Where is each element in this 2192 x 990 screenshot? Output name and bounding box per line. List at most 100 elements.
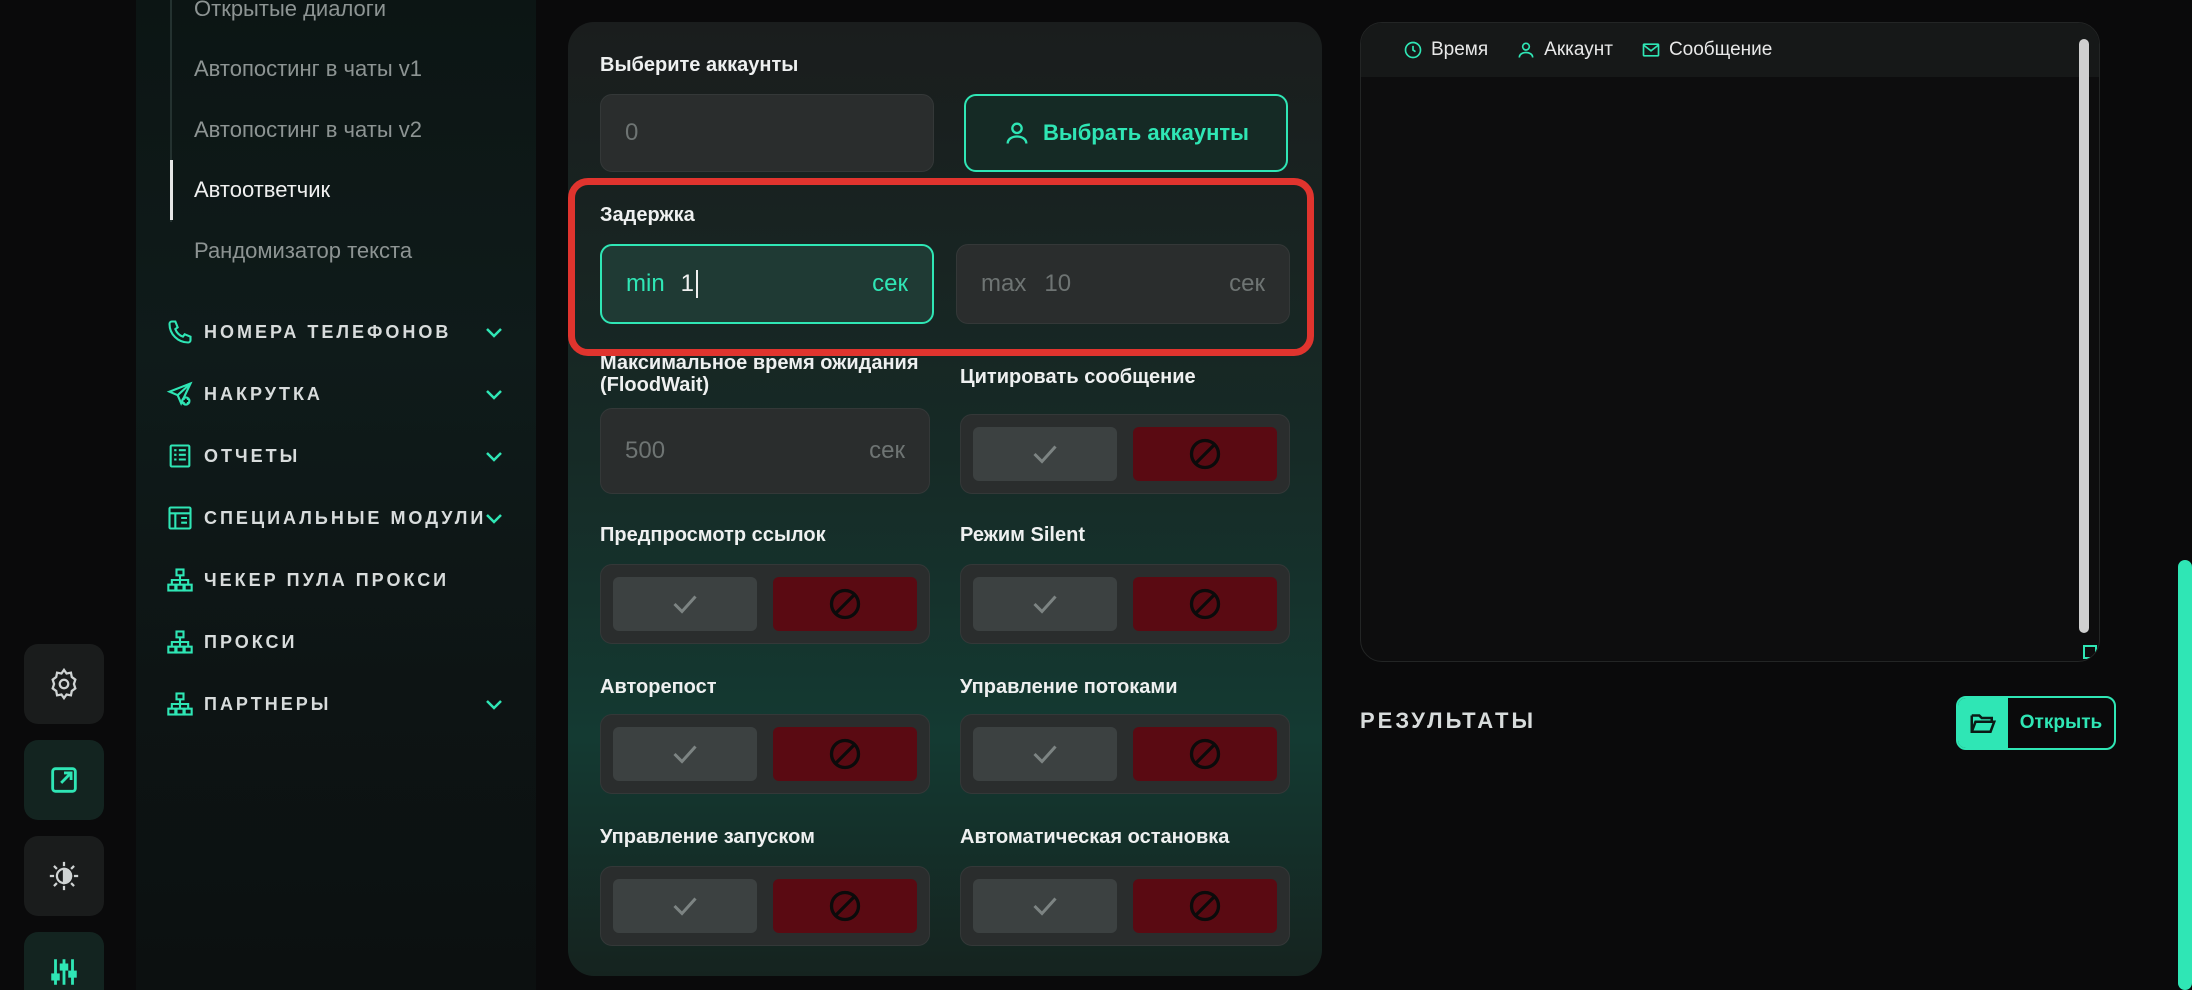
toggle-off-button[interactable] (1133, 879, 1277, 933)
accounts-label: Выберите аккаунты (600, 54, 799, 76)
send-plus-icon (166, 381, 193, 406)
sidebar-subitem-autoresponder[interactable]: Автоответчик (194, 177, 330, 203)
toggle-on-button[interactable] (973, 577, 1117, 631)
toggle-on-button[interactable] (973, 727, 1117, 781)
toggle-off-button[interactable] (1133, 427, 1277, 481)
nav-label: НАКРУТКА (204, 383, 323, 404)
silent-mode-label: Режим Silent (960, 524, 1085, 546)
block-icon (1189, 738, 1221, 770)
network-icon (167, 568, 193, 592)
log-column-label: Аккаунт (1544, 39, 1613, 60)
open-results-label: Открыть (2019, 712, 2103, 733)
external-link-icon (51, 767, 77, 793)
log-header: Время Аккаунт Сообщение (1361, 23, 2099, 77)
submenu-active-indicator (170, 160, 173, 220)
link-preview-toggle (600, 564, 930, 644)
nav-boosting[interactable]: НАКРУТКА (166, 376, 506, 412)
sidebar-subitem-text-randomizer[interactable]: Рандомизатор текста (194, 238, 412, 264)
accounts-count-field[interactable]: 0 (600, 94, 934, 172)
folder-icon-wrap (1958, 698, 2008, 748)
settings-card: Выберите аккаунты 0 Выбрать аккаунты Зад… (568, 22, 1322, 976)
log-scrollbar[interactable] (2079, 39, 2089, 633)
results-title: РЕЗУЛЬТАТЫ (1360, 708, 1536, 733)
floodwait-input[interactable]: 500 сек (600, 408, 930, 494)
nav-proxy[interactable]: ПРОКСИ (166, 624, 506, 660)
user-icon (1518, 42, 1534, 58)
nav-label: СПЕЦИАЛЬНЫЕ МОДУЛИ (204, 507, 487, 528)
block-icon (1189, 890, 1221, 922)
block-icon (829, 738, 861, 770)
floodwait-unit: сек (869, 437, 905, 464)
open-results-button[interactable]: Открыть (1956, 696, 2116, 750)
toggle-on-button[interactable] (613, 879, 757, 933)
sidebar-subitem-autoposting-v2[interactable]: Автопостинг в чаты v2 (194, 117, 422, 143)
autorepost-toggle (600, 714, 930, 794)
toggle-on-button[interactable] (613, 577, 757, 631)
resize-handle[interactable] (2083, 645, 2097, 659)
select-accounts-button[interactable]: Выбрать аккаунты (964, 94, 1288, 172)
silent-mode-toggle (960, 564, 1290, 644)
nav-special-modules[interactable]: СПЕЦИАЛЬНЫЕ МОДУЛИ (166, 500, 506, 536)
theme-toggle-button[interactable] (24, 836, 104, 916)
log-column-label: Время (1431, 39, 1489, 60)
sidebar-subitem-autoposting-v1[interactable]: Автопостинг в чаты v1 (194, 56, 422, 82)
toggle-on-button[interactable] (613, 727, 757, 781)
folder-open-icon (1970, 714, 1997, 733)
toggle-on-button[interactable] (973, 427, 1117, 481)
page-scrollbar[interactable] (2178, 560, 2192, 990)
autorepost-label: Авторепост (600, 676, 717, 698)
log-column-message[interactable]: Сообщение (1641, 39, 1772, 61)
launch-management-toggle (600, 866, 930, 946)
nav-phone-numbers[interactable]: НОМЕРА ТЕЛЕФОНОВ (166, 314, 506, 350)
check-icon (673, 897, 697, 916)
log-column-label: Сообщение (1668, 39, 1773, 60)
toggle-off-button[interactable] (1133, 727, 1277, 781)
chevron-down-icon (486, 390, 502, 400)
log-column-account[interactable]: Аккаунт (1516, 39, 1613, 61)
nav-label: ПАРТНЕРЫ (204, 693, 332, 714)
network-icon (167, 692, 193, 716)
nav-label: ЧЕКЕР ПУЛА ПРОКСИ (204, 569, 450, 590)
auto-stop-toggle (960, 866, 1290, 946)
clock-icon (1404, 41, 1422, 59)
block-icon (1189, 438, 1221, 470)
log-column-time[interactable]: Время (1403, 39, 1488, 61)
chevron-down-icon (486, 514, 502, 524)
report-icon (169, 444, 191, 468)
floodwait-label-line2: (FloodWait) (600, 374, 710, 396)
sliders-button[interactable] (24, 932, 104, 990)
external-link-button[interactable] (24, 740, 104, 820)
check-icon (1033, 595, 1057, 614)
settings-button[interactable] (24, 644, 104, 724)
chevron-down-icon (486, 700, 502, 710)
toggle-off-button[interactable] (1133, 577, 1277, 631)
select-accounts-label: Выбрать аккаунты (1043, 120, 1249, 145)
check-icon (673, 745, 697, 764)
toggle-on-button[interactable] (973, 879, 1117, 933)
check-icon (673, 595, 697, 614)
sliders-icon (51, 959, 77, 985)
nav-proxy-pool-checker[interactable]: ЧЕКЕР ПУЛА ПРОКСИ (166, 562, 506, 598)
left-dock (0, 0, 136, 990)
sidebar: Открытые диалоги Автопостинг в чаты v1 А… (136, 0, 536, 990)
block-icon (829, 588, 861, 620)
nav-reports[interactable]: ОТЧЕТЫ (166, 438, 506, 474)
sidebar-subitem-open-dialogs[interactable]: Открытые диалоги (194, 0, 386, 22)
nav-partners[interactable]: ПАРТНЕРЫ (166, 686, 506, 722)
accounts-count-value: 0 (625, 119, 639, 146)
theme-icon (49, 861, 79, 891)
thread-management-toggle (960, 714, 1290, 794)
block-icon (829, 890, 861, 922)
chevron-down-icon (486, 328, 502, 338)
phone-icon (168, 320, 192, 344)
mail-icon (1642, 43, 1660, 57)
delay-highlight-frame (568, 178, 1314, 356)
toggle-off-button[interactable] (773, 727, 917, 781)
toggle-off-button[interactable] (773, 577, 917, 631)
modules-icon (168, 506, 192, 530)
link-preview-label: Предпросмотр ссылок (600, 524, 826, 546)
user-icon (1006, 122, 1028, 144)
quote-message-toggle (960, 414, 1290, 494)
toggle-off-button[interactable] (773, 879, 917, 933)
floodwait-placeholder: 500 (625, 437, 666, 464)
